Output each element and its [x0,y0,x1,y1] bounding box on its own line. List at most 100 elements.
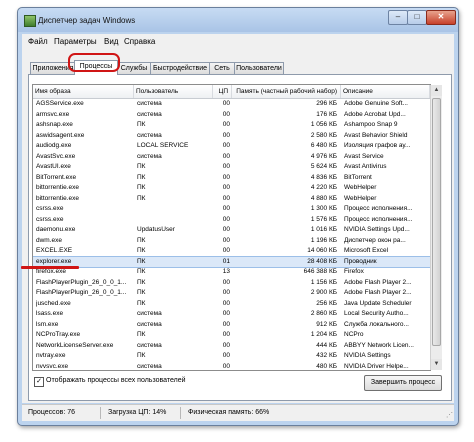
explorer-row-underline [21,266,79,269]
table-row[interactable]: AGSService.exe система 00 296 КБ Adobe Genui… [33,99,430,110]
process-memory: 1 300 КБ [310,205,337,212]
scroll-down-icon[interactable]: ▼ [431,359,442,370]
process-name: daemonu.exe [36,226,76,233]
table-row[interactable]: ashsnap.exe ПК 00 1 056 КБ Ashampoo Snap 9 [33,120,430,131]
table-row[interactable]: nvvsvc.exe система 00 480 КБ NVIDIA Driver H… [33,362,430,371]
table-row[interactable]: AvastSvc.exe система 00 4 976 КБ Avast Servi… [33,152,430,163]
table-row[interactable]: firefox.exe ПК 13 646 388 КБ Firefox [33,267,430,278]
process-user: система [137,152,162,160]
process-name: bittorrentie.exe [36,184,79,191]
tab-network[interactable]: Сеть [209,62,235,74]
process-name: bittorrentie.exe [36,194,79,202]
process-name: aswidsagent.exe [36,131,85,139]
process-memory: 444 КБ [316,341,337,349]
resize-grip-icon[interactable]: ⋰ [446,411,453,419]
process-memory: 176 КБ [316,110,337,118]
processes-tab-highlight [68,53,120,72]
tab-users[interactable]: Пользователи [234,62,284,74]
column-user[interactable]: Пользователь [134,85,213,98]
title-bar[interactable]: Диспетчер задач Windows – □ ✕ [18,8,458,32]
process-user: UpdatusUser [137,226,175,233]
process-cpu: 00 [222,310,230,317]
process-memory: 646 388 КБ [303,268,337,275]
table-row[interactable]: dwm.exe ПК 00 1 196 КБ Диспетчер окон ра... [33,236,430,247]
process-description: Adobe Genuine Soft... [344,100,408,107]
process-memory: 4 836 КБ [310,173,337,181]
end-process-button[interactable]: Завершить процесс [364,375,442,391]
process-user: система [137,110,162,118]
process-list[interactable]: Имя образа Пользователь ЦП Память (частн… [32,84,431,371]
process-description: Adobe Flash Player 2... [344,289,412,296]
process-name: EXCEL.EXE [36,247,73,254]
maximize-button[interactable]: □ [407,10,427,25]
menu-help[interactable]: Справка [124,37,155,46]
column-memory[interactable]: Память (частный рабочий набор) [232,85,341,98]
table-row[interactable]: BitTorrent.exe ПК 00 4 836 КБ BitTorrent [33,173,430,184]
table-row[interactable]: bittorrentie.exe ПК 00 4 220 КБ WebHelper [33,183,430,194]
process-user: ПК [137,289,146,296]
process-cpu: 00 [222,289,230,296]
menu-options[interactable]: Параметры [54,37,97,46]
scroll-up-icon[interactable]: ▲ [431,85,442,96]
process-description: Microsoft Excel [344,247,389,254]
process-cpu: 00 [222,184,230,191]
table-row[interactable]: csrss.exe 00 1 576 КБ Процесс исполнения... [33,215,430,226]
table-row[interactable]: jusched.exe ПК 00 256 КБ Java Update Schedul… [33,299,430,310]
table-row[interactable]: aswidsagent.exe система 00 2 580 КБ Avast Be… [33,131,430,142]
process-name: AGSService.exe [36,100,84,107]
table-row[interactable]: explorer.exe ПК 01 28 408 КБ Проводник [33,255,430,268]
process-name: csrss.exe [36,205,64,212]
vertical-scrollbar[interactable]: ▲ ▼ [430,85,442,370]
table-row[interactable]: lsass.exe система 00 2 860 КБ Local Security… [33,309,430,320]
process-user: ПК [137,331,146,338]
process-description: BitTorrent [344,173,372,181]
table-row[interactable]: audiodg.exe LOCAL SERVICE 00 6 480 КБ Изоляц… [33,141,430,152]
process-user: система [137,100,162,107]
process-user: ПК [137,236,146,244]
column-description[interactable]: Описание [341,85,430,98]
process-description: Диспетчер окон ра... [344,236,406,244]
table-row[interactable]: bittorrentie.exe ПК 00 4 880 КБ WebHelper [33,194,430,205]
table-row[interactable]: csrss.exe 00 1 300 КБ Процесс исполнения... [33,204,430,215]
process-name: AvastUI.exe [36,163,71,170]
table-row[interactable]: EXCEL.EXE ПК 00 14 060 КБ Microsoft Excel [33,246,430,257]
table-row[interactable]: FlashPlayerPlugin_26_0_0_1... ПК 00 1 156 К… [33,278,430,289]
status-cpu: Загрузка ЦП: 14% [108,409,167,416]
process-cpu: 00 [222,173,230,181]
column-cpu[interactable]: ЦП [213,85,232,98]
process-name: lsm.exe [36,320,59,328]
table-row[interactable]: NCProTray.exe ПК 00 1 204 КБ NCPro [33,330,430,341]
process-description: Adobe Flash Player 2... [344,278,412,286]
process-user: система [137,310,162,317]
minimize-button[interactable]: – [388,10,408,25]
tab-services[interactable]: Службы [117,62,151,74]
process-cpu: 00 [222,352,230,359]
table-row[interactable]: daemonu.exe UpdatusUser 00 1 016 КБ NVIDIA S… [33,225,430,236]
table-row[interactable]: armsvc.exe система 00 176 КБ Adobe Acrobat U… [33,110,430,121]
process-user: ПК [137,173,146,181]
process-description: NVIDIA Driver Helpe... [344,362,409,370]
show-all-users-label[interactable]: Отображать процессы всех пользователей [46,377,186,384]
scroll-thumb[interactable] [432,98,441,346]
menu-view[interactable]: Вид [104,37,118,46]
process-user: система [137,320,162,328]
process-description: Avast Behavior Shield [344,131,408,139]
menu-file[interactable]: Файл [28,37,48,46]
column-image-name[interactable]: Имя образа [33,85,134,98]
process-description: Процесс исполнения... [344,205,413,212]
table-row[interactable]: NetworkLicenseServer.exe система 00 444 КБ A… [33,341,430,352]
process-user: ПК [137,299,146,307]
table-row[interactable]: lsm.exe система 00 912 КБ Служба локального.… [33,320,430,331]
process-description: Java Update Scheduler [344,299,412,307]
process-name: jusched.exe [36,299,71,307]
table-row[interactable]: nvtray.exe ПК 00 432 КБ NVIDIA Settings [33,351,430,362]
table-row[interactable]: FlashPlayerPlugin_26_0_0_1... ПК 00 2 900 К… [33,288,430,299]
tab-performance[interactable]: Быстродействие [150,62,210,74]
status-divider [100,407,101,419]
process-name: nvvsvc.exe [36,362,69,370]
process-memory: 912 КБ [316,320,337,328]
show-all-users-checkbox[interactable]: ✓ [34,377,44,387]
table-row[interactable]: AvastUI.exe ПК 00 5 624 КБ Avast Antivirus [33,162,430,173]
close-button[interactable]: ✕ [426,10,456,25]
process-memory: 2 900 КБ [310,289,337,296]
